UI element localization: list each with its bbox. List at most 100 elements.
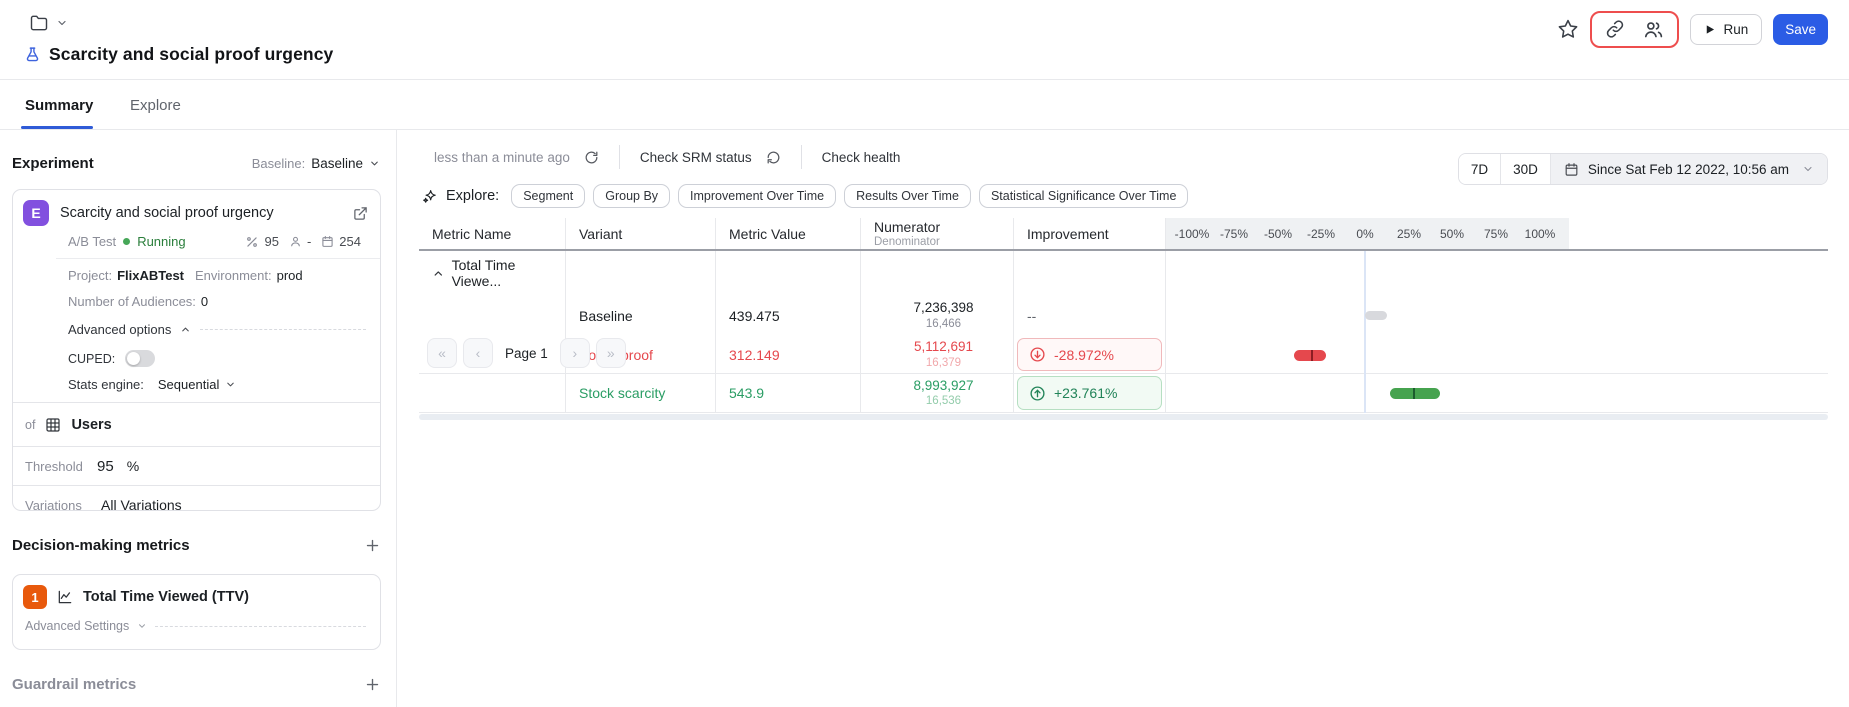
calendar-icon (1564, 162, 1579, 177)
external-link-icon[interactable] (353, 206, 368, 221)
chevron-down-icon (137, 621, 147, 631)
metric-value: 543.9 (716, 374, 861, 412)
advanced-settings-toggle[interactable]: Advanced Settings (13, 609, 380, 633)
owner-value: - (307, 234, 311, 249)
add-guardrail-metric-button[interactable] (365, 677, 380, 692)
tab-summary[interactable]: Summary (25, 97, 93, 114)
col-variant: Variant (566, 218, 716, 249)
audiences-row: Number of Audiences: 0 (13, 285, 380, 311)
chip-improvement-over-time[interactable]: Improvement Over Time (678, 184, 836, 208)
status-badge: Running (137, 234, 185, 249)
improvement-cell: +23.761% (1014, 374, 1166, 412)
stats-engine-row: Stats engine: Sequential (13, 369, 380, 402)
next-page-button[interactable]: › (560, 338, 590, 368)
threshold-row: Threshold 95 % (13, 447, 380, 485)
page-title: Scarcity and social proof urgency (49, 44, 333, 65)
metric-group-toggle[interactable]: Total Time Viewe... (432, 257, 565, 289)
date-range-picker[interactable]: Since Sat Feb 12 2022, 10:56 am (1551, 154, 1827, 184)
refresh-cw-icon[interactable] (766, 150, 781, 165)
variations-value[interactable]: All Variations (101, 497, 182, 513)
chip-statistical-significance[interactable]: Statistical Significance Over Time (979, 184, 1189, 208)
first-page-button[interactable]: « (427, 338, 457, 368)
chevron-up-icon (180, 324, 191, 335)
check-health-button[interactable]: Check health (822, 150, 901, 165)
chip-group-by[interactable]: Group By (593, 184, 670, 208)
days-count: 254 (339, 234, 361, 249)
numerator-cell: 8,993,927 16,536 (861, 374, 1014, 412)
active-tab-underline (21, 126, 93, 129)
unit-row: of Users (13, 403, 380, 446)
decision-metrics-heading: Decision-making metrics (12, 537, 190, 554)
chevron-down-icon (369, 158, 380, 169)
experiment-sidebar: Experiment Baseline: Baseline E Scarcity… (0, 130, 397, 707)
share-tools-highlight (1590, 11, 1679, 48)
table-row: Social proof 312.149 5,112,691 16,379 -2… (419, 336, 1828, 374)
last-page-button[interactable]: » (596, 338, 626, 368)
metric-index-badge: 1 (23, 585, 47, 609)
range-7d-button[interactable]: 7D (1459, 154, 1501, 184)
dashed-divider (155, 626, 366, 627)
threshold-value[interactable]: 95 (97, 458, 114, 475)
improvement-cell: -28.972% (1014, 336, 1166, 373)
experiment-meta-row: A/B Test Running 95 - 254 (13, 230, 380, 258)
unit-value[interactable]: Users (71, 417, 111, 433)
tab-explore[interactable]: Explore (130, 97, 181, 114)
advanced-options-toggle[interactable]: Advanced options (13, 311, 380, 340)
top-header: Scarcity and social proof urgency Run (0, 0, 1849, 80)
experiment-name-row: E Scarcity and social proof urgency (13, 190, 380, 230)
cuped-row: CUPED: (13, 340, 380, 369)
dashed-divider (200, 329, 366, 330)
divider (619, 145, 620, 169)
prev-page-button[interactable]: ‹ (463, 338, 493, 368)
audiences-value: 0 (201, 294, 208, 309)
improvement-cell: -- (1014, 295, 1166, 336)
metric-group-row: Total Time Viewe... (419, 251, 1828, 295)
project-folder-button[interactable] (29, 13, 68, 33)
variant-name: Stock scarcity (566, 374, 716, 412)
experiment-badge: E (23, 200, 49, 226)
variations-row: Variations All Variations (13, 486, 380, 524)
date-range-text: Since Sat Feb 12 2022, 10:56 am (1588, 162, 1789, 177)
baseline-select[interactable]: Baseline: Baseline (252, 156, 380, 171)
table-horizontal-scrollbar[interactable] (419, 414, 1828, 420)
improvement-axis-header: -100% -75% -50% -25% 0% 25% 50% 75% 100% (1166, 218, 1828, 249)
arrow-up-circle-icon (1029, 385, 1046, 402)
user-icon (289, 235, 302, 248)
col-improvement: Improvement (1014, 218, 1166, 249)
experiment-name: Scarcity and social proof urgency (60, 205, 274, 221)
experiment-card: E Scarcity and social proof urgency A/B … (12, 189, 381, 511)
numerator-cell: 5,112,691 16,379 (861, 336, 1014, 373)
header-actions: Run Save (1557, 12, 1828, 46)
calendar-icon (321, 235, 334, 248)
save-button[interactable]: Save (1773, 14, 1828, 45)
environment-value: prod (277, 268, 303, 283)
link-icon[interactable] (1605, 19, 1625, 39)
folder-icon (29, 13, 49, 33)
add-decision-metric-button[interactable] (365, 538, 380, 553)
check-srm-button[interactable]: Check SRM status (640, 150, 752, 165)
variant-name: Baseline (566, 295, 716, 336)
table-icon (45, 417, 61, 433)
chip-results-over-time[interactable]: Results Over Time (844, 184, 971, 208)
table-row: Stock scarcity 543.9 8,993,927 16,536 +2… (419, 374, 1828, 413)
cuped-toggle[interactable] (125, 350, 155, 367)
results-table: Metric Name Variant Metric Value Numerat… (419, 218, 1828, 420)
star-icon[interactable] (1557, 18, 1579, 40)
decision-metrics-heading-row: Decision-making metrics (12, 537, 380, 554)
explore-label: Explore: (446, 188, 499, 204)
experiment-stats: 95 - 254 (245, 234, 366, 249)
chip-segment[interactable]: Segment (511, 184, 585, 208)
metric-row[interactable]: 1 Total Time Viewed (TTV) (13, 575, 380, 609)
metric-value: 312.149 (716, 336, 861, 373)
title-row: Scarcity and social proof urgency (24, 44, 333, 65)
guardrail-heading: Guardrail metrics (12, 676, 136, 693)
stats-engine-select[interactable]: Sequential (158, 377, 236, 392)
people-icon[interactable] (1643, 19, 1664, 40)
guardrail-heading-row: Guardrail metrics (12, 676, 380, 693)
experiment-heading-row: Experiment Baseline: Baseline (12, 155, 380, 172)
refresh-icon[interactable] (584, 150, 599, 165)
range-30d-button[interactable]: 30D (1501, 154, 1551, 184)
run-button[interactable]: Run (1690, 14, 1762, 45)
chevron-down-icon (225, 379, 236, 390)
improvement-badge-positive: +23.761% (1017, 376, 1162, 410)
